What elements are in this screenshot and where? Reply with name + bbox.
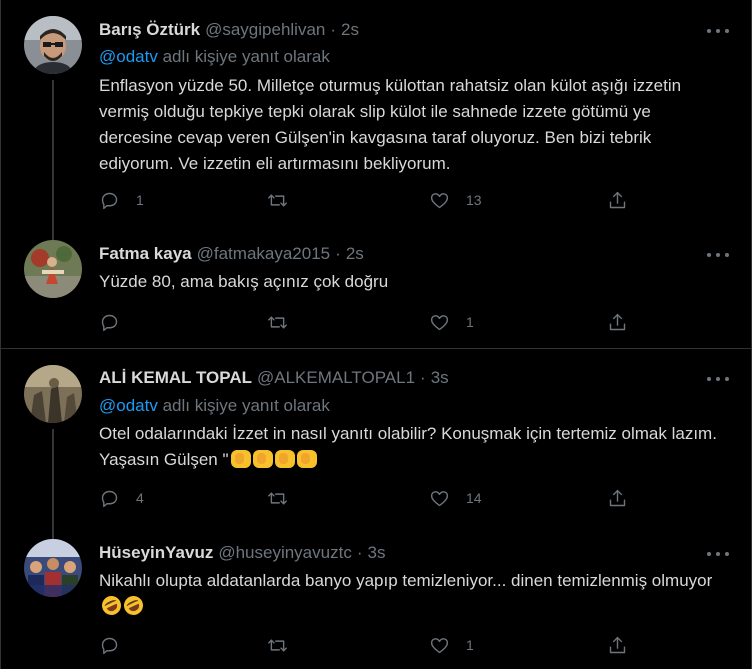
reply-context-label: adlı kişiye yanıt olarak xyxy=(162,47,330,66)
user-handle[interactable]: @ALKEMALTOPAL1 xyxy=(257,368,415,388)
mention-link[interactable]: @odatv xyxy=(99,47,158,66)
reply-icon xyxy=(101,192,118,209)
tweet[interactable]: ALİ KEMAL TOPAL @ALKEMALTOPAL1 · 3s @oda… xyxy=(1,349,751,525)
share-button[interactable] xyxy=(607,634,628,656)
reply-button[interactable]: 4 xyxy=(99,487,144,509)
retweet-button[interactable] xyxy=(267,311,304,333)
tweet-time[interactable]: 2s xyxy=(346,244,364,264)
reply-context: @odatv adlı kişiye yanıt olarak xyxy=(99,396,330,416)
tweet-text: Otel odalarındaki İzzet in nasıl yanıtı … xyxy=(99,424,717,469)
like-icon xyxy=(430,314,449,330)
thread-line xyxy=(52,525,54,539)
separator-dot: · xyxy=(356,543,363,562)
separator-dot: · xyxy=(330,20,337,39)
tweet-actions: 4 14 xyxy=(99,487,639,509)
more-icon[interactable] xyxy=(707,25,729,37)
like-button[interactable]: 13 xyxy=(429,189,482,211)
reply-button[interactable]: 1 xyxy=(99,189,144,211)
avatar[interactable] xyxy=(24,365,82,423)
like-count: 1 xyxy=(466,637,474,653)
tweet-text: Yüzde 80, ama bakış açınız çok doğru xyxy=(99,272,389,291)
reply-icon xyxy=(101,490,118,507)
clapping-hands-emoji xyxy=(296,450,317,468)
share-icon xyxy=(609,636,626,653)
retweet-icon xyxy=(268,194,287,206)
tweet-text-container: Nikahlı olupta aldatanlarda banyo yapıp … xyxy=(98,568,719,620)
tweet-time[interactable]: 3s xyxy=(368,543,386,563)
tweet[interactable]: HüseyinYavuz @huseyinyavuztc · 3s Nikahl… xyxy=(1,525,751,669)
clapping-hands-emoji xyxy=(252,450,273,468)
clapping-hands-emoji xyxy=(230,450,251,468)
reply-count: 4 xyxy=(136,490,144,506)
retweet-button[interactable] xyxy=(267,487,304,509)
user-handle[interactable]: @saygipehlivan xyxy=(205,20,325,40)
tweet-text: Enflasyon yüzde 50. Milletçe oturmuş kül… xyxy=(99,76,682,173)
reply-icon xyxy=(101,314,118,331)
like-icon xyxy=(430,192,449,208)
clapping-hands-emoji xyxy=(274,450,295,468)
reply-button[interactable] xyxy=(99,634,136,656)
like-button[interactable]: 1 xyxy=(429,311,474,333)
share-icon xyxy=(609,489,626,506)
like-icon xyxy=(430,490,449,506)
avatar[interactable] xyxy=(24,16,82,74)
more-icon[interactable] xyxy=(707,548,729,560)
like-count: 14 xyxy=(466,490,482,506)
user-handle[interactable]: @huseyinyavuztc xyxy=(218,543,352,563)
user-name[interactable]: Barış Öztürk xyxy=(99,20,200,40)
share-button[interactable] xyxy=(607,311,628,333)
retweet-icon xyxy=(268,316,287,328)
tweet-actions: 1 xyxy=(99,311,639,333)
tweet-text-container: Otel odalarındaki İzzet in nasıl yanıtı … xyxy=(99,421,719,473)
tweet-header: HüseyinYavuz @huseyinyavuztc · 3s xyxy=(99,543,385,565)
more-icon[interactable] xyxy=(707,373,729,385)
thread-line xyxy=(52,80,54,230)
avatar[interactable] xyxy=(24,539,82,597)
thread-line xyxy=(52,230,54,240)
rolling-on-floor-laughing-emoji xyxy=(98,592,125,619)
user-name[interactable]: ALİ KEMAL TOPAL xyxy=(99,368,252,388)
tweet-time[interactable]: 2s xyxy=(341,20,359,40)
like-count: 1 xyxy=(466,314,474,330)
like-button[interactable]: 14 xyxy=(429,487,482,509)
timeline: Barış Öztürk @saygipehlivan · 2s @odatv … xyxy=(0,0,752,669)
tweet-header: Fatma kaya @fatmakaya2015 · 2s xyxy=(99,244,364,266)
user-name[interactable]: HüseyinYavuz xyxy=(99,543,213,563)
rolling-on-floor-laughing-emoji xyxy=(120,592,147,619)
like-icon xyxy=(430,637,449,653)
user-name[interactable]: Fatma kaya xyxy=(99,244,192,264)
retweet-icon xyxy=(268,492,287,504)
share-button[interactable] xyxy=(607,487,628,509)
avatar[interactable] xyxy=(24,240,82,298)
tweet-actions: 1 13 xyxy=(99,189,639,211)
reply-context-label: adlı kişiye yanıt olarak xyxy=(162,396,330,415)
tweet-header: ALİ KEMAL TOPAL @ALKEMALTOPAL1 · 3s xyxy=(99,368,449,390)
mention-link[interactable]: @odatv xyxy=(99,396,158,415)
user-handle[interactable]: @fatmakaya2015 xyxy=(197,244,331,264)
retweet-icon xyxy=(268,639,287,651)
thread-line xyxy=(52,429,54,525)
tweet-actions: 1 xyxy=(99,634,639,656)
tweet[interactable]: Fatma kaya @fatmakaya2015 · 2s Yüzde 80,… xyxy=(1,230,751,348)
retweet-button[interactable] xyxy=(267,189,304,211)
share-button[interactable] xyxy=(607,189,628,211)
share-icon xyxy=(609,313,626,330)
retweet-button[interactable] xyxy=(267,634,304,656)
separator-dot: · xyxy=(420,368,426,387)
reply-count: 1 xyxy=(136,192,144,208)
like-count: 13 xyxy=(466,192,482,208)
more-icon[interactable] xyxy=(707,249,729,261)
reply-button[interactable] xyxy=(99,311,136,333)
separator-dot: · xyxy=(335,244,341,263)
tweet-time[interactable]: 3s xyxy=(431,368,449,388)
tweet-header: Barış Öztürk @saygipehlivan · 2s xyxy=(99,20,359,42)
tweet[interactable]: Barış Öztürk @saygipehlivan · 2s @odatv … xyxy=(1,0,751,230)
reply-icon xyxy=(101,637,118,654)
like-button[interactable]: 1 xyxy=(429,634,474,656)
share-icon xyxy=(609,191,626,208)
tweet-text: Nikahlı olupta aldatanlarda banyo yapıp … xyxy=(99,571,713,590)
reply-context: @odatv adlı kişiye yanıt olarak xyxy=(99,47,330,67)
